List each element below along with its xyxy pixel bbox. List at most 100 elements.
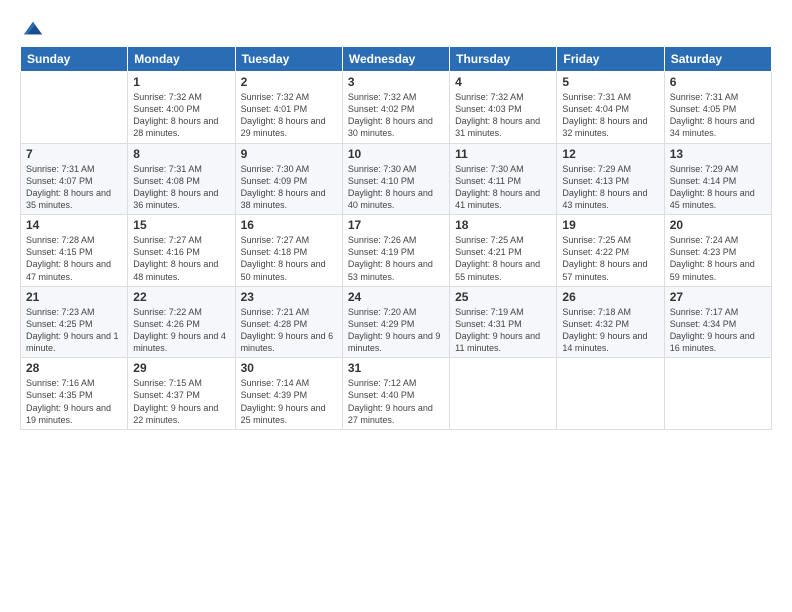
cell-info: Sunrise: 7:30 AMSunset: 4:10 PMDaylight:… [348, 163, 444, 212]
week-row-1: 7 Sunrise: 7:31 AMSunset: 4:07 PMDaylight… [21, 143, 772, 215]
day-number: 4 [455, 75, 551, 89]
header-saturday: Saturday [664, 47, 771, 72]
cell-info: Sunrise: 7:22 AMSunset: 4:26 PMDaylight:… [133, 306, 229, 355]
day-number: 7 [26, 147, 122, 161]
cell-info: Sunrise: 7:26 AMSunset: 4:19 PMDaylight:… [348, 234, 444, 283]
day-number: 25 [455, 290, 551, 304]
calendar-cell: 13Sunrise: 7:29 AMSunset: 4:14 PMDayligh… [664, 143, 771, 215]
cell-info: Sunrise: 7:23 AMSunset: 4:25 PMDaylight:… [26, 306, 122, 355]
day-number: 18 [455, 218, 551, 232]
cell-info: Sunrise: 7:20 AMSunset: 4:29 PMDaylight:… [348, 306, 444, 355]
calendar-cell: 20 Sunrise: 7:24 AMSunset: 4:23 PMDayligh… [664, 215, 771, 287]
cell-info: Sunrise: 7:16 AMSunset: 4:35 PMDaylight:… [26, 377, 122, 426]
cell-info: Sunrise: 7:25 AMSunset: 4:22 PMDaylight:… [562, 234, 658, 283]
week-row-2: 14 Sunrise: 7:28 AMSunset: 4:15 PMDayligh… [21, 215, 772, 287]
day-number: 28 [26, 361, 122, 375]
day-number: 22 [133, 290, 229, 304]
day-number: 23 [241, 290, 337, 304]
cell-info: Sunrise: 7:32 AMSunset: 4:01 PMDaylight:… [241, 91, 337, 140]
header-wednesday: Wednesday [342, 47, 449, 72]
calendar-cell: 15 Sunrise: 7:27 AMSunset: 4:16 PMDayligh… [128, 215, 235, 287]
calendar-cell: 11 Sunrise: 7:30 AMSunset: 4:11 PMDayligh… [450, 143, 557, 215]
week-row-0: 1Sunrise: 7:32 AMSunset: 4:00 PMDaylight… [21, 72, 772, 144]
calendar-cell: 29Sunrise: 7:15 AMSunset: 4:37 PMDayligh… [128, 358, 235, 430]
day-number: 5 [562, 75, 658, 89]
day-number: 31 [348, 361, 444, 375]
day-number: 1 [133, 75, 229, 89]
cell-info: Sunrise: 7:30 AMSunset: 4:11 PMDaylight:… [455, 163, 551, 212]
calendar-cell: 4Sunrise: 7:32 AMSunset: 4:03 PMDaylight… [450, 72, 557, 144]
header-monday: Monday [128, 47, 235, 72]
cell-info: Sunrise: 7:29 AMSunset: 4:13 PMDaylight:… [562, 163, 658, 212]
calendar-cell [21, 72, 128, 144]
day-number: 16 [241, 218, 337, 232]
calendar-cell: 22 Sunrise: 7:22 AMSunset: 4:26 PMDayligh… [128, 286, 235, 358]
calendar-cell: 25Sunrise: 7:19 AMSunset: 4:31 PMDayligh… [450, 286, 557, 358]
cell-info: Sunrise: 7:30 AMSunset: 4:09 PMDaylight:… [241, 163, 337, 212]
calendar-cell: 14 Sunrise: 7:28 AMSunset: 4:15 PMDayligh… [21, 215, 128, 287]
cell-info: Sunrise: 7:29 AMSunset: 4:14 PMDaylight:… [670, 163, 766, 212]
cell-info: Sunrise: 7:24 AMSunset: 4:23 PMDaylight:… [670, 234, 766, 283]
day-number: 30 [241, 361, 337, 375]
week-row-4: 28 Sunrise: 7:16 AMSunset: 4:35 PMDayligh… [21, 358, 772, 430]
calendar-cell: 2 Sunrise: 7:32 AMSunset: 4:01 PMDaylight… [235, 72, 342, 144]
cell-info: Sunrise: 7:12 AMSunset: 4:40 PMDaylight:… [348, 377, 444, 426]
cell-info: Sunrise: 7:31 AMSunset: 4:08 PMDaylight:… [133, 163, 229, 212]
cell-info: Sunrise: 7:25 AMSunset: 4:21 PMDaylight:… [455, 234, 551, 283]
cell-info: Sunrise: 7:17 AMSunset: 4:34 PMDaylight:… [670, 306, 766, 355]
calendar-cell: 8 Sunrise: 7:31 AMSunset: 4:08 PMDaylight… [128, 143, 235, 215]
cell-info: Sunrise: 7:27 AMSunset: 4:16 PMDaylight:… [133, 234, 229, 283]
header-tuesday: Tuesday [235, 47, 342, 72]
day-number: 6 [670, 75, 766, 89]
calendar-cell: 23 Sunrise: 7:21 AMSunset: 4:28 PMDayligh… [235, 286, 342, 358]
calendar-cell: 19 Sunrise: 7:25 AMSunset: 4:22 PMDayligh… [557, 215, 664, 287]
cell-info: Sunrise: 7:27 AMSunset: 4:18 PMDaylight:… [241, 234, 337, 283]
cell-info: Sunrise: 7:31 AMSunset: 4:05 PMDaylight:… [670, 91, 766, 140]
calendar-cell: 16 Sunrise: 7:27 AMSunset: 4:18 PMDayligh… [235, 215, 342, 287]
calendar-cell [450, 358, 557, 430]
cell-info: Sunrise: 7:18 AMSunset: 4:32 PMDaylight:… [562, 306, 658, 355]
day-number: 24 [348, 290, 444, 304]
day-number: 15 [133, 218, 229, 232]
day-number: 2 [241, 75, 337, 89]
day-number: 9 [241, 147, 337, 161]
day-number: 20 [670, 218, 766, 232]
header-friday: Friday [557, 47, 664, 72]
logo [20, 18, 44, 36]
cell-info: Sunrise: 7:28 AMSunset: 4:15 PMDaylight:… [26, 234, 122, 283]
calendar-cell: 31 Sunrise: 7:12 AMSunset: 4:40 PMDayligh… [342, 358, 449, 430]
header-thursday: Thursday [450, 47, 557, 72]
cell-info: Sunrise: 7:21 AMSunset: 4:28 PMDaylight:… [241, 306, 337, 355]
day-number: 29 [133, 361, 229, 375]
cell-info: Sunrise: 7:14 AMSunset: 4:39 PMDaylight:… [241, 377, 337, 426]
logo-icon [22, 18, 44, 40]
calendar-cell: 30 Sunrise: 7:14 AMSunset: 4:39 PMDayligh… [235, 358, 342, 430]
day-number: 12 [562, 147, 658, 161]
day-number: 17 [348, 218, 444, 232]
calendar-cell: 21 Sunrise: 7:23 AMSunset: 4:25 PMDayligh… [21, 286, 128, 358]
week-row-3: 21 Sunrise: 7:23 AMSunset: 4:25 PMDayligh… [21, 286, 772, 358]
calendar-cell: 3 Sunrise: 7:32 AMSunset: 4:02 PMDaylight… [342, 72, 449, 144]
calendar-cell: 1Sunrise: 7:32 AMSunset: 4:00 PMDaylight… [128, 72, 235, 144]
day-number: 21 [26, 290, 122, 304]
day-number: 3 [348, 75, 444, 89]
calendar-cell: 7 Sunrise: 7:31 AMSunset: 4:07 PMDaylight… [21, 143, 128, 215]
calendar-cell: 17 Sunrise: 7:26 AMSunset: 4:19 PMDayligh… [342, 215, 449, 287]
cell-info: Sunrise: 7:32 AMSunset: 4:02 PMDaylight:… [348, 91, 444, 140]
cell-info: Sunrise: 7:31 AMSunset: 4:04 PMDaylight:… [562, 91, 658, 140]
day-number: 8 [133, 147, 229, 161]
calendar-cell: 26Sunrise: 7:18 AMSunset: 4:32 PMDayligh… [557, 286, 664, 358]
calendar: SundayMondayTuesdayWednesdayThursdayFrid… [20, 46, 772, 430]
calendar-cell: 24 Sunrise: 7:20 AMSunset: 4:29 PMDayligh… [342, 286, 449, 358]
calendar-cell: 9 Sunrise: 7:30 AMSunset: 4:09 PMDaylight… [235, 143, 342, 215]
cell-info: Sunrise: 7:31 AMSunset: 4:07 PMDaylight:… [26, 163, 122, 212]
calendar-cell: 28 Sunrise: 7:16 AMSunset: 4:35 PMDayligh… [21, 358, 128, 430]
day-number: 11 [455, 147, 551, 161]
day-number: 19 [562, 218, 658, 232]
logo-text [20, 18, 44, 40]
day-number: 14 [26, 218, 122, 232]
page: SundayMondayTuesdayWednesdayThursdayFrid… [0, 0, 792, 440]
calendar-cell: 18 Sunrise: 7:25 AMSunset: 4:21 PMDayligh… [450, 215, 557, 287]
calendar-cell: 10Sunrise: 7:30 AMSunset: 4:10 PMDayligh… [342, 143, 449, 215]
day-number: 27 [670, 290, 766, 304]
